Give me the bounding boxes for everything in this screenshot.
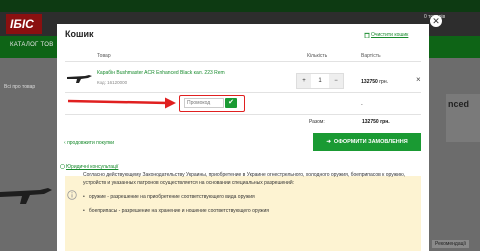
legal-notice-bullet: • оружие - разрешение на приобретение со… [83, 194, 255, 200]
catalog-menu-link[interactable]: КАТАЛОГ ТОВ [10, 42, 54, 48]
trash-icon[interactable] [364, 32, 370, 38]
divider [65, 114, 421, 115]
clear-cart-link[interactable]: Очистити кошик [371, 32, 408, 38]
legal-consultation-link[interactable]: Юридичні консультації [66, 164, 118, 170]
info-icon [60, 164, 65, 169]
column-header-quantity: Кількість [307, 53, 328, 59]
item-price: 132750 грн. [333, 79, 388, 85]
top-bar [0, 0, 480, 12]
legal-notice-bullet-text: оружие - разрешение на приобретение соот… [88, 194, 255, 200]
breadcrumb[interactable]: Всі про товар [4, 84, 35, 90]
product-name-link[interactable]: Карабін Bushmaster ACR Enhanced Black ка… [97, 70, 225, 76]
column-header-product: Товар [97, 53, 111, 59]
total-amount: 132750 [362, 119, 379, 125]
arrow-right-icon: ➜ [326, 139, 331, 145]
legal-notice-bullet-text: боеприпасы - разрешение на хранение и но… [88, 208, 269, 214]
modal-title: Кошик [65, 29, 94, 39]
checkout-label: ОФОРМИТИ ЗАМОВЛЕННЯ [333, 139, 408, 145]
continue-shopping-label[interactable]: продовжити покупки [67, 140, 114, 146]
close-icon[interactable]: ✕ [430, 15, 442, 27]
remove-item-icon[interactable]: × [416, 75, 421, 84]
site-logo[interactable]: ІБІС [6, 14, 42, 34]
background-rifle-image [0, 188, 52, 204]
total-label: Разом: [309, 119, 325, 125]
promo-discount: - [361, 102, 363, 108]
quantity-value[interactable]: 1 [311, 74, 329, 88]
quantity-increase-button[interactable]: + [297, 74, 311, 88]
divider [65, 61, 421, 62]
recommend-label: Рекомендації [432, 240, 469, 248]
info-circle-icon [67, 190, 77, 200]
promo-code-input[interactable]: Промокод [184, 98, 224, 108]
check-icon[interactable]: ✔ [225, 98, 237, 108]
column-header-price: Вартість [361, 53, 381, 59]
total-value: 132750 грн. [362, 119, 390, 125]
checkout-button[interactable]: ➜ ОФОРМИТИ ЗАМОВЛЕННЯ [313, 133, 421, 151]
product-image[interactable] [67, 71, 93, 85]
item-price-currency: грн. [379, 79, 388, 85]
item-price-value: 132750 [361, 79, 378, 85]
cart-modal: Кошик Очистити кошик Товар Кількість Вар… [57, 24, 429, 251]
divider [65, 92, 421, 93]
product-code: Код: 16120000 [97, 80, 128, 85]
total-currency: грн. [380, 119, 390, 125]
side-banner-text: nced [448, 99, 470, 109]
legal-notice-text: Согласно действующему Законодательству У… [83, 172, 406, 186]
legal-notice-bullet: • боеприпасы - разрешение на хранение и … [83, 208, 269, 214]
continue-shopping-link[interactable]: ‹ продовжити покупки [64, 140, 114, 146]
